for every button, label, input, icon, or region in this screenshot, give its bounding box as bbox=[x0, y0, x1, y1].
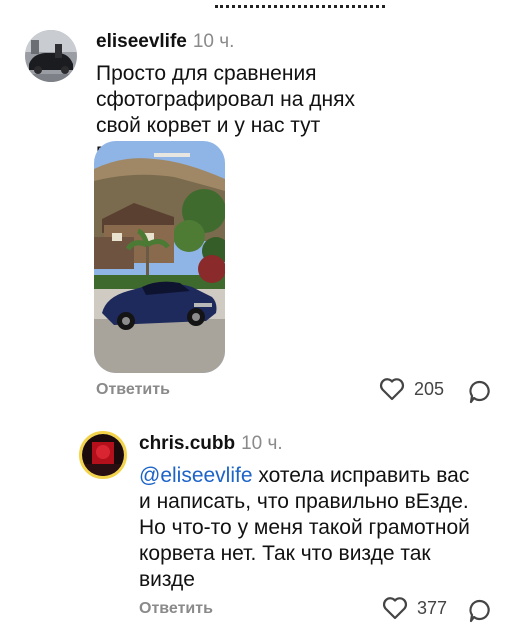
like-count: 377 bbox=[417, 597, 448, 618]
avatar-image bbox=[82, 434, 124, 476]
heart-icon[interactable] bbox=[381, 595, 409, 621]
photo-image bbox=[94, 141, 225, 373]
timestamp: 10 ч. bbox=[241, 433, 283, 454]
speech-bubble-icon[interactable] bbox=[468, 598, 492, 624]
reply-button[interactable]: Ответить bbox=[96, 381, 170, 399]
cropped-previous-comment bbox=[0, 0, 522, 8]
avatar-image bbox=[25, 30, 77, 82]
heart-icon[interactable] bbox=[378, 376, 406, 402]
username[interactable]: chris.cubb bbox=[139, 433, 235, 454]
timestamp: 10 ч. bbox=[192, 31, 235, 52]
reply-button[interactable]: Ответить bbox=[139, 600, 213, 618]
comment-text: @eliseevlife хотела исправить вас и напи… bbox=[139, 463, 481, 593]
like-count: 205 bbox=[414, 378, 445, 399]
like-control[interactable]: 377 bbox=[381, 595, 447, 621]
comment-meta: eliseevlife 10 ч. bbox=[96, 31, 234, 53]
comment-meta: chris.cubb 10 ч. bbox=[139, 433, 283, 455]
username[interactable]: eliseevlife bbox=[96, 31, 187, 52]
avatar[interactable] bbox=[79, 431, 127, 479]
attached-photo[interactable] bbox=[94, 141, 225, 373]
avatar[interactable] bbox=[25, 30, 77, 82]
speech-bubble-icon[interactable] bbox=[468, 379, 492, 405]
like-control[interactable]: 205 bbox=[378, 376, 444, 402]
mention-link[interactable]: @eliseevlife bbox=[139, 464, 253, 487]
